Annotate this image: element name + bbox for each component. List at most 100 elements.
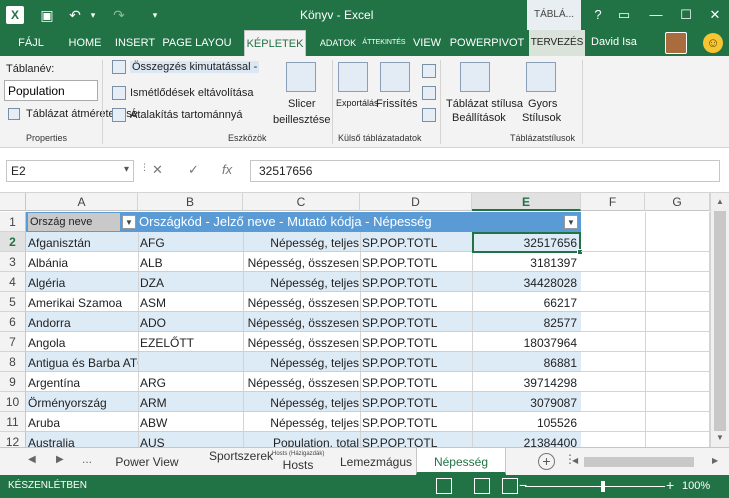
cancel-icon[interactable]: ✕: [152, 162, 163, 178]
cell-indicator-code[interactable]: SP.POP.TOTL: [362, 272, 470, 292]
cell-country-name[interactable]: Australia: [28, 432, 138, 447]
filter-dropdown-icon[interactable]: ▼: [564, 215, 578, 229]
cell-country-code[interactable]: DZA: [140, 272, 240, 292]
row-header[interactable]: 7: [0, 332, 26, 352]
sheet-tab-lemezmagus[interactable]: Lemezmágus: [338, 448, 414, 475]
properties-icon[interactable]: [422, 64, 436, 78]
hscroll-thumb[interactable]: [584, 457, 694, 467]
customize-toolbar-icon[interactable]: ▾: [146, 6, 164, 24]
row-header[interactable]: 9: [0, 372, 26, 392]
cell-country-code[interactable]: ADO: [140, 312, 240, 332]
cell-indicator-code[interactable]: SP.POP.TOTL: [362, 432, 470, 447]
cell-country-code[interactable]: AUS: [140, 432, 240, 447]
tab-home[interactable]: HOME: [64, 30, 106, 56]
cell-population[interactable]: 18037964: [474, 332, 577, 352]
sheet-tab-power-view[interactable]: Power View: [104, 448, 190, 475]
filter-dropdown-icon[interactable]: ▼: [122, 215, 136, 229]
horizontal-scrollbar[interactable]: ◀ ▶: [570, 454, 725, 470]
cell-population[interactable]: 34428028: [474, 272, 577, 292]
row-header[interactable]: 5: [0, 292, 26, 312]
unlink-icon[interactable]: [422, 108, 436, 122]
export-button[interactable]: Exportálás: [336, 98, 379, 108]
cell-indicator-code[interactable]: SP.POP.TOTL: [362, 292, 470, 312]
zoom-slider-knob[interactable]: [601, 481, 605, 492]
tab-insert[interactable]: INSERT: [112, 30, 158, 56]
cell-indicator-name[interactable]: Népesség, teljes: [243, 352, 359, 372]
refresh-button[interactable]: Frissítés: [376, 98, 418, 110]
table-style-options-label-2[interactable]: Beállítások: [452, 112, 506, 124]
cell-population[interactable]: 105526: [474, 412, 577, 432]
column-header-c[interactable]: C: [243, 193, 360, 211]
cell-indicator-code[interactable]: SP.POP.TOTL: [362, 352, 470, 372]
column-header-f[interactable]: F: [581, 193, 645, 211]
cell-population[interactable]: 39714298: [474, 372, 577, 392]
cell-country-code[interactable]: ARM: [140, 392, 240, 412]
close-button[interactable]: ✕: [705, 6, 725, 24]
table-name-input[interactable]: [4, 80, 98, 101]
row-header[interactable]: 6: [0, 312, 26, 332]
cell-population[interactable]: 86881: [474, 352, 577, 372]
fill-handle[interactable]: [577, 249, 583, 255]
scroll-thumb[interactable]: [714, 211, 726, 431]
sheet-more-ellipsis[interactable]: ...: [82, 452, 92, 466]
cell-indicator-name[interactable]: Népesség, teljes: [243, 412, 359, 432]
zoom-out-button[interactable]: −: [519, 477, 527, 493]
cell-indicator-name[interactable]: Népesség, teljes: [243, 272, 359, 292]
ribbon-display-icon[interactable]: ▭: [614, 6, 634, 24]
cell-indicator-code[interactable]: SP.POP.TOTL: [362, 252, 470, 272]
cell-indicator-code[interactable]: SP.POP.TOTL: [362, 372, 470, 392]
undo-icon[interactable]: ↶: [66, 6, 84, 24]
cell-population[interactable]: 21384400: [474, 432, 577, 447]
cell-indicator-name[interactable]: Népesség, összesen: [243, 292, 359, 312]
insert-function-icon[interactable]: fx: [222, 162, 232, 177]
remove-duplicates-button[interactable]: Ismétlődések eltávolítása: [130, 87, 254, 99]
cell-indicator-name[interactable]: Népesség, összesen: [243, 312, 359, 332]
tab-design[interactable]: TERVEZÉS: [529, 30, 585, 56]
quick-styles-label-2[interactable]: Stílusok: [522, 112, 561, 124]
cell-indicator-name[interactable]: Népesség, összesen: [243, 332, 359, 352]
zoom-slider[interactable]: [525, 486, 665, 487]
row-header[interactable]: 11: [0, 412, 26, 432]
cell-population[interactable]: 3079087: [474, 392, 577, 412]
row-header[interactable]: 2: [0, 232, 26, 252]
save-icon[interactable]: ▣: [38, 6, 56, 24]
summarize-with-pivot-button[interactable]: Összegzés kimutatással -: [130, 61, 260, 73]
table-style-options-label-1[interactable]: Táblázat stílusa: [446, 98, 523, 110]
cell-indicator-code[interactable]: SP.POP.TOTL: [362, 412, 470, 432]
cell-country-code[interactable]: ABW: [140, 412, 240, 432]
tab-view[interactable]: VIEW: [410, 30, 444, 56]
cell-indicator-code[interactable]: SP.POP.TOTL: [362, 312, 470, 332]
quick-styles-label-1[interactable]: Gyors: [528, 98, 557, 110]
row-header[interactable]: 8: [0, 352, 26, 372]
cell-country-name[interactable]: Amerikai Szamoa: [28, 292, 138, 312]
add-sheet-button[interactable]: +: [538, 453, 555, 470]
name-box[interactable]: E2 ▾: [6, 160, 134, 182]
tab-review[interactable]: ÁTTEKINTÉS: [360, 30, 408, 56]
vertical-scrollbar[interactable]: ▲ ▼: [710, 193, 729, 447]
row-header[interactable]: 3: [0, 252, 26, 272]
column-header-g[interactable]: G: [645, 193, 710, 211]
worksheet-grid[interactable]: A B C D E F G 1 Ország neve ▼ Országkód …: [0, 193, 729, 447]
cell-country-name[interactable]: Algéria: [28, 272, 138, 292]
column-header-b[interactable]: B: [138, 193, 243, 211]
tab-page-layout[interactable]: PAGE LAYOU: [160, 30, 234, 56]
sheet-next-icon[interactable]: ▶: [56, 454, 64, 465]
sheet-tab-hosts[interactable]: Hosts: [278, 448, 318, 475]
column-header-e[interactable]: E: [472, 193, 581, 211]
user-name[interactable]: David Isa: [591, 36, 637, 48]
zoom-level[interactable]: 100%: [682, 480, 710, 492]
header-cell-merged[interactable]: Országkód - Jelző neve - Mutató kódja - …: [139, 212, 432, 232]
help-icon[interactable]: ?: [588, 6, 608, 24]
cell-country-name[interactable]: Afganisztán: [28, 232, 138, 252]
cell-country-name[interactable]: Örményország: [28, 392, 138, 412]
row-header[interactable]: 10: [0, 392, 26, 412]
cell-country-name[interactable]: Andorra: [28, 312, 138, 332]
scroll-up-icon[interactable]: ▲: [713, 195, 727, 209]
cell-country-code[interactable]: EZELŐTT: [140, 332, 240, 352]
cell-indicator-code[interactable]: SP.POP.TOTL: [362, 392, 470, 412]
cell-country-code[interactable]: AFG: [140, 232, 240, 252]
cell-indicator-name[interactable]: Népesség, teljes: [243, 232, 359, 252]
cell-indicator-code[interactable]: SP.POP.TOTL: [362, 332, 470, 352]
enter-icon[interactable]: ✓: [188, 162, 199, 178]
cell-country-code[interactable]: ALB: [140, 252, 240, 272]
